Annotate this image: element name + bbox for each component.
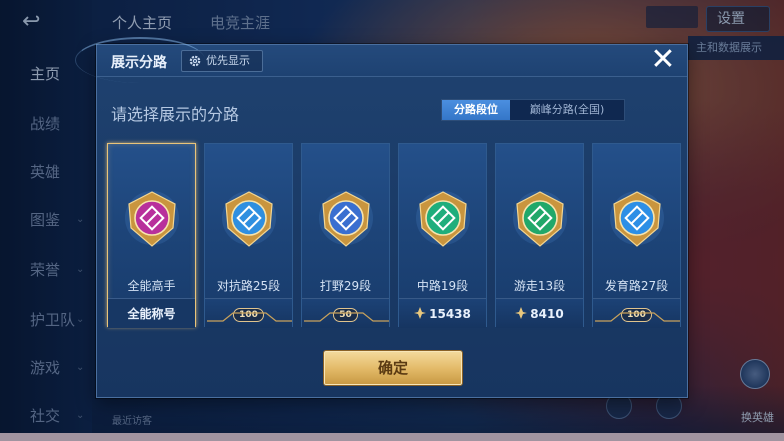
priority-display-button[interactable]: 优先显示 (181, 50, 263, 72)
lane-stat: 8410 (496, 298, 583, 328)
modal-title: 展示分路 (111, 55, 167, 71)
roam-badge-icon (513, 191, 567, 247)
jungle-badge-icon (319, 191, 373, 247)
ranking-type-toggle: 分路段位 巅峰分路(全国) (441, 99, 625, 121)
lane-name: 对抗路25段 (216, 279, 281, 293)
select-lane-prompt: 请选择展示的分路 (111, 105, 240, 124)
points-icon (414, 307, 427, 319)
gear-icon (189, 55, 201, 67)
lane-card-jungle[interactable]: 打野29段 50 (301, 143, 390, 328)
points-icon (515, 307, 528, 319)
lane-name: 中路19段 (416, 279, 469, 293)
confirm-button[interactable]: 确定 (324, 351, 462, 385)
wing-ribbon-decoration (207, 312, 292, 322)
all-round-badge-icon (125, 191, 179, 247)
lane-name: 发育路27段 (604, 279, 669, 293)
close-button[interactable]: ✕ (645, 45, 681, 77)
lane-name: 打野29段 (319, 279, 372, 293)
lane-stat: 50 (302, 298, 389, 328)
farm-lane-badge-icon (610, 191, 664, 247)
toggle-lane-rank[interactable]: 分路段位 (442, 100, 510, 120)
clash-lane-badge-icon (222, 191, 276, 247)
mid-lane-badge-icon (416, 191, 470, 247)
lane-card-list: 全能高手 全能称号 对抗路25段 100 打野29段 50 中路19段 1543… (107, 143, 681, 328)
wing-ribbon-decoration (595, 312, 680, 322)
toggle-peak-lane-national[interactable]: 巅峰分路(全国) (510, 100, 624, 120)
lane-card-roam[interactable]: 游走13段 8410 (495, 143, 584, 328)
lane-card-all-round[interactable]: 全能高手 全能称号 (107, 143, 196, 328)
lane-stat: 100 (205, 298, 292, 328)
lane-title-label: 全能称号 (108, 298, 195, 328)
lane-card-farm[interactable]: 发育路27段 100 (592, 143, 681, 328)
points-value: 8410 (530, 307, 564, 321)
lane-stat: 100 (593, 298, 680, 328)
points-value: 15438 (429, 307, 471, 321)
lane-card-clash[interactable]: 对抗路25段 100 (204, 143, 293, 328)
lane-name: 游走13段 (513, 279, 566, 293)
lane-stat: 15438 (399, 298, 486, 328)
lane-card-mid[interactable]: 中路19段 15438 (398, 143, 487, 328)
display-lane-modal: 展示分路 优先显示 ✕ 请选择展示的分路 分路段位 巅峰分路(全国) 全能高手 … (75, 37, 688, 398)
wing-ribbon-decoration (304, 312, 389, 322)
lane-name: 全能高手 (127, 279, 176, 293)
